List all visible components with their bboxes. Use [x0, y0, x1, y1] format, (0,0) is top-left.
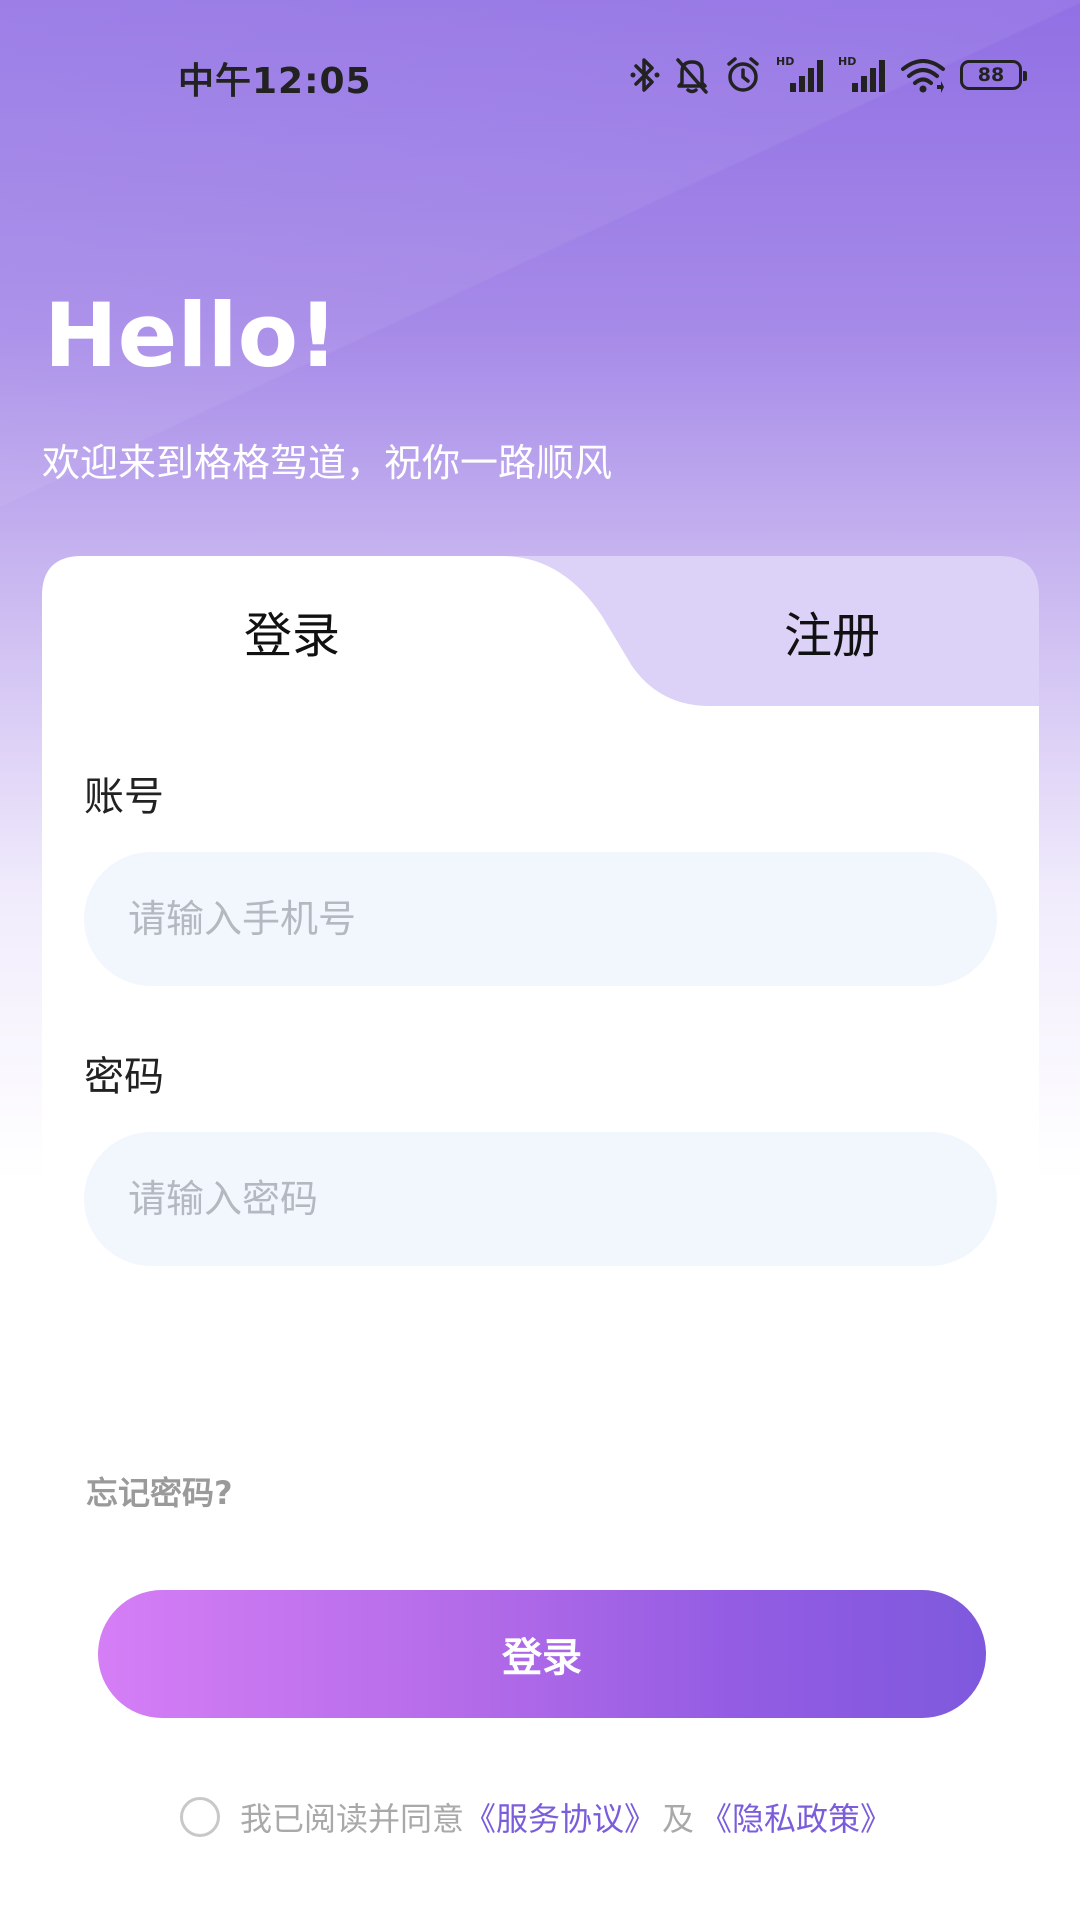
status-bar: 中午12:05 HD HD 88: [0, 0, 1080, 150]
svg-text:HD: HD: [776, 55, 794, 68]
agreement-row: 我已阅读并同意 《服务协议》 及 《隐私政策》: [180, 1794, 892, 1840]
hd-signal-icon: HD: [776, 55, 824, 95]
greeting-title: Hello!: [44, 284, 339, 387]
greeting-subtitle: 欢迎来到格格驾道，祝你一路顺风: [42, 441, 613, 485]
wifi-icon: [900, 55, 946, 95]
service-agreement-link[interactable]: 《服务协议》: [464, 1794, 656, 1840]
password-input[interactable]: [84, 1132, 997, 1266]
status-time: 中午12:05: [178, 61, 372, 102]
alarm-icon: [724, 55, 762, 95]
forgot-password-link[interactable]: 忘记密码?: [86, 1468, 233, 1514]
tab-bar: 登录 注册: [42, 556, 1039, 706]
battery-indicator: 88: [960, 60, 1027, 90]
tab-login[interactable]: 登录: [42, 556, 542, 706]
login-button[interactable]: 登录: [98, 1590, 986, 1718]
agreement-text: 我已阅读并同意: [240, 1800, 465, 1838]
auth-card: 登录 注册 账号 密码 忘记密码? 登录 我已阅读并同意 《服务协议》 及 《隐…: [42, 556, 1039, 1838]
battery-level: 88: [977, 64, 1005, 86]
tab-register[interactable]: 注册: [582, 556, 1080, 706]
mute-bell-icon: [674, 55, 710, 95]
svg-text:HD: HD: [838, 55, 856, 68]
agreement-checkbox[interactable]: [180, 1797, 220, 1837]
bluetooth-icon: [630, 55, 660, 95]
account-label: 账号: [84, 774, 164, 820]
agreement-and-text: 及: [662, 1800, 695, 1838]
status-icons: HD HD 88: [630, 52, 1027, 98]
login-form: 账号 密码 忘记密码? 登录 我已阅读并同意 《服务协议》 及 《隐私政策》: [42, 706, 1039, 1838]
phone-input[interactable]: [84, 852, 997, 986]
privacy-policy-link[interactable]: 《隐私政策》: [700, 1794, 892, 1840]
hd-signal-icon: HD: [838, 55, 886, 95]
password-label: 密码: [84, 1054, 164, 1100]
